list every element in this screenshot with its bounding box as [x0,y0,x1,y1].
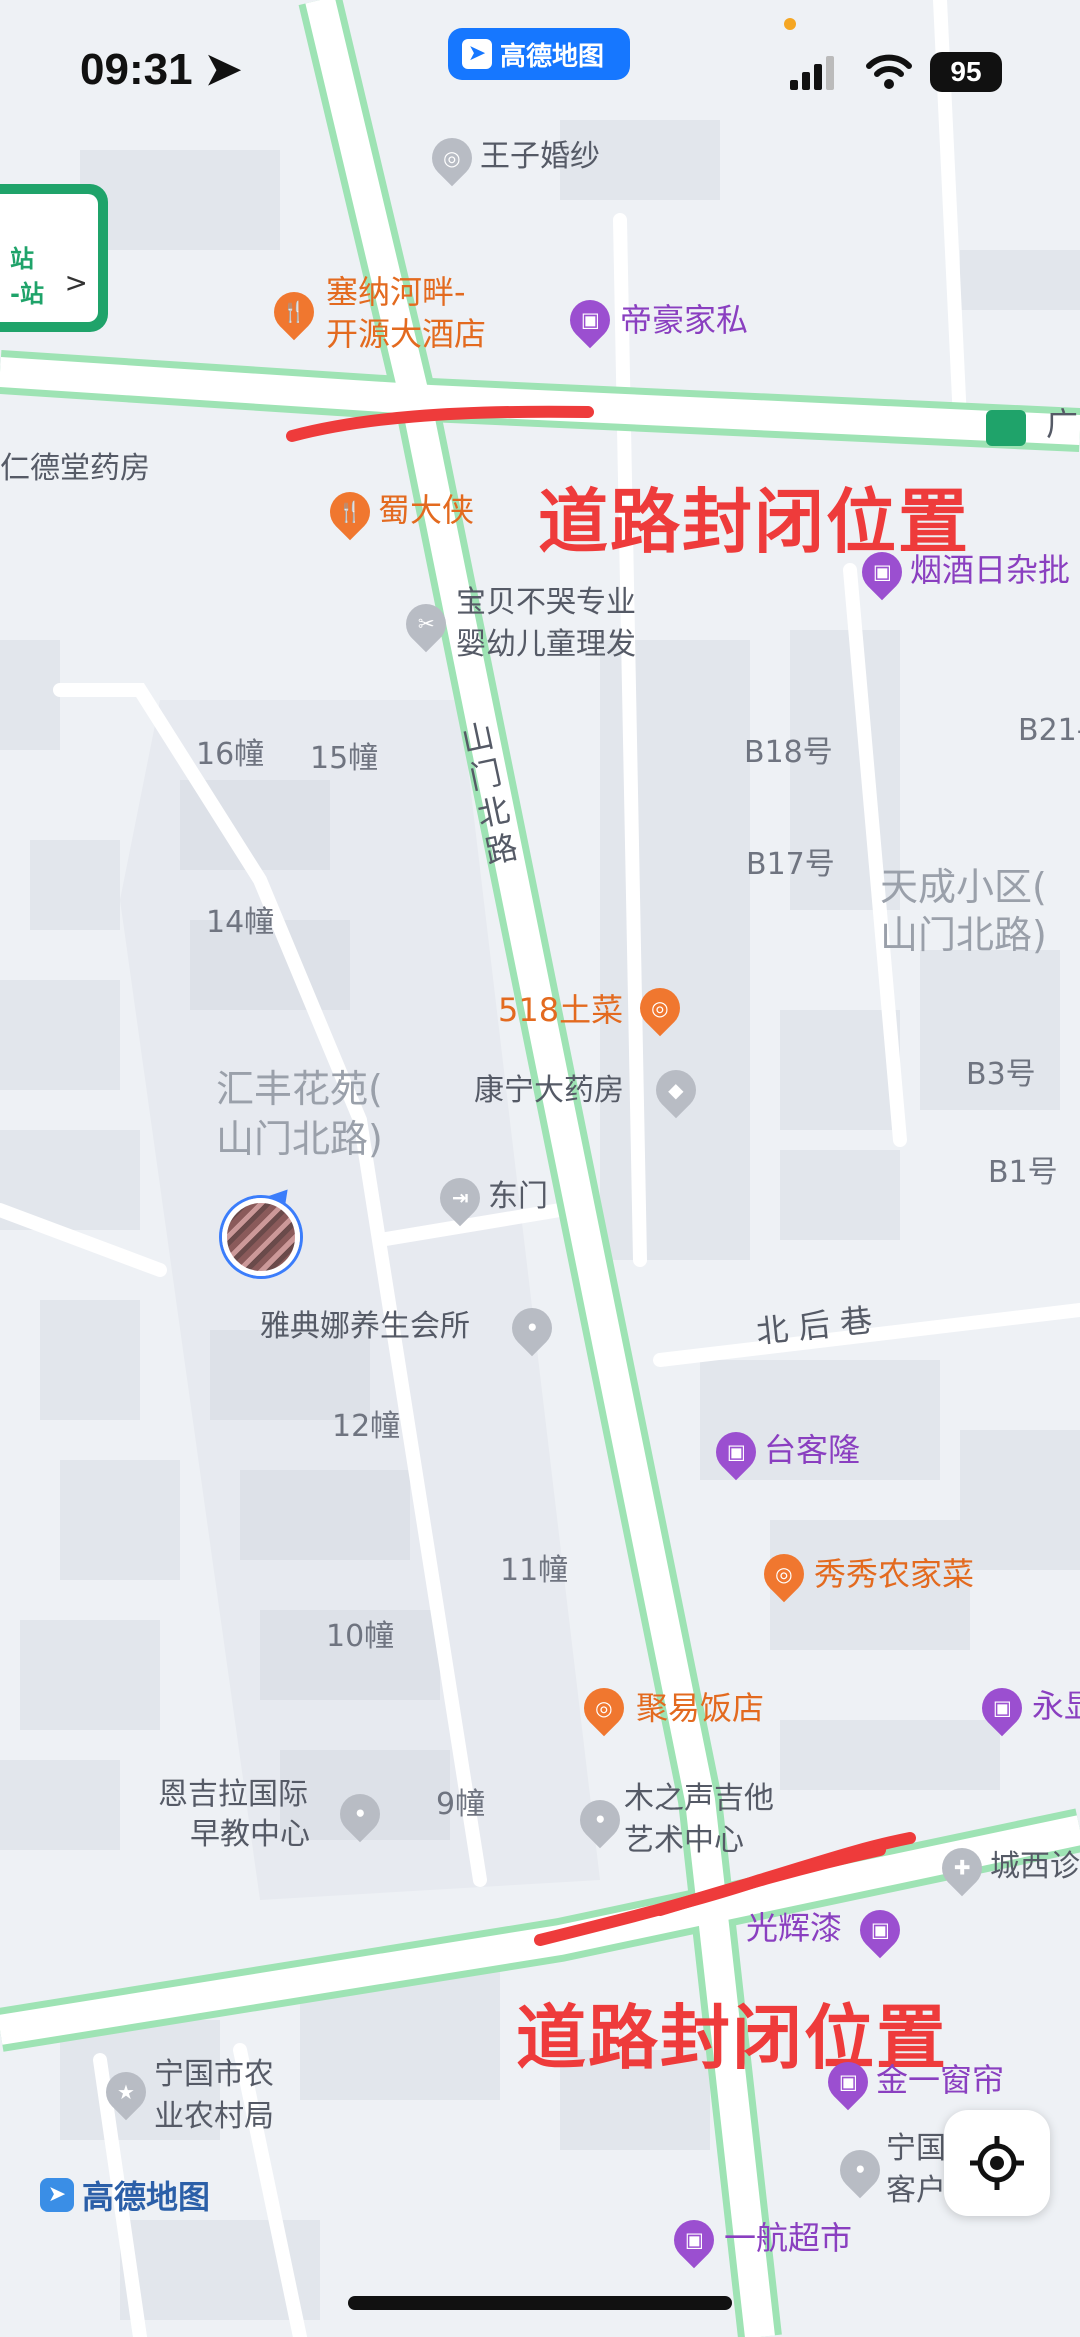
poi-saina-hotel-1[interactable]: 塞纳河畔- [326,272,466,312]
poi-dongmen[interactable]: 东门 [488,1178,548,1216]
crosshair-icon [970,2136,1024,2190]
poi-ningguo-1[interactable]: 宁国市农 [154,2056,274,2094]
poi-juyi[interactable]: 聚易饭店 [636,1688,764,1728]
amap-logo-icon: ➤ [462,39,492,69]
poi-enjila-1[interactable]: 恩吉拉国际 [158,1776,308,1814]
app-badge-label: 高德地图 [500,41,605,72]
poi-saina-hotel-2[interactable]: 开源大酒店 [326,314,486,354]
status-time: 09:31 ➤ [80,45,242,94]
amap-logo-icon: ➤ [40,2178,74,2212]
poi-yadian[interactable]: 雅典娜养生会所 [260,1308,470,1346]
area-huifeng-1[interactable]: 汇丰花苑( [216,1066,383,1114]
chevron-right-icon: > [64,266,88,299]
poi-yong-partial[interactable]: 永显 [1032,1686,1080,1726]
map-logo-text: 高德地图 [82,2178,211,2216]
bldg-14: 14幢 [206,905,275,940]
poi-enjila-2[interactable]: 早教中心 [190,1816,310,1854]
poi-muzhisheng-1[interactable]: 木之声吉他 [624,1780,774,1818]
poi-yanjiu-shop[interactable]: 烟酒日杂批 [910,550,1070,590]
wifi-icon [866,54,912,89]
user-location-avatar[interactable] [222,1198,300,1276]
closure-label-top: 道路封闭位置 [538,481,970,563]
locate-me-button[interactable] [944,2110,1050,2216]
bldg-9: 9幢 [436,1787,486,1822]
status-bar: 09:31 ➤ ➤ 高德地图 95 [0,0,1080,140]
area-tiancheng-1[interactable]: 天成小区( [880,864,1047,912]
area-tiancheng-2[interactable]: 山门北路) [880,912,1047,960]
poi-xiuxiu[interactable]: 秀秀农家菜 [814,1554,974,1594]
poi-yihang[interactable]: 一航超市 [724,2218,852,2258]
poi-muzhisheng-2[interactable]: 艺术中心 [624,1822,744,1860]
bldg-15: 15幢 [310,741,379,776]
poi-rendetang[interactable]: 仁德堂药房 [0,450,150,488]
map-logo: ➤ 高德地图 [40,2172,210,2218]
poi-ningguo-cust-2[interactable]: 客户 [886,2172,946,2210]
poi-ningguo-2[interactable]: 业农村局 [154,2098,274,2136]
bldg-b18: B18号 [744,735,833,770]
app-badge[interactable]: ➤ 高德地图 [448,28,630,80]
poi-chengxi[interactable]: 城西诊 [990,1848,1080,1886]
location-arrow-icon: ➤ [204,45,242,94]
poi-taikelong[interactable]: 台客隆 [764,1430,860,1470]
signal-icon [790,56,834,90]
poi-guanghui[interactable]: 光辉漆 [746,1908,842,1948]
poi-baobei-2[interactable]: 婴幼儿童理发 [456,626,636,664]
area-huifeng-2[interactable]: 山门北路) [216,1116,383,1164]
poi-dihao-furniture[interactable]: 帝豪家私 [620,300,748,340]
poi-baobei-1[interactable]: 宝贝不哭专业 [456,584,636,622]
poi-shudaxia[interactable]: 蜀大侠 [378,490,474,530]
poi-jinyi[interactable]: 金一窗帘 [876,2060,1004,2100]
bldg-16: 16幢 [196,737,265,772]
poi-wangzi-wedding[interactable]: 王子婚纱 [480,138,600,176]
bldg-10: 10幢 [326,1619,395,1654]
bus-station-icon[interactable] [986,410,1026,446]
transit-card[interactable]: 站 -站 > [0,184,108,332]
battery-indicator: 95 [930,52,1002,92]
bldg-b21: B21- [1018,713,1080,748]
bldg-b17: B17号 [746,847,835,882]
bldg-12: 12幢 [332,1409,401,1444]
poi-guang-partial[interactable]: 广 [1046,404,1078,444]
bldg-b3: B3号 [966,1057,1036,1092]
home-indicator[interactable] [348,2296,732,2310]
poi-kangning[interactable]: 康宁大药房 [474,1072,624,1110]
bldg-b1: B1号 [988,1155,1058,1190]
poi-tucai518[interactable]: 518土菜 [498,990,623,1030]
poi-ningguo-cust-1[interactable]: 宁国 [886,2130,946,2168]
bldg-11: 11幢 [500,1553,569,1588]
orange-dot-indicator [784,18,796,30]
